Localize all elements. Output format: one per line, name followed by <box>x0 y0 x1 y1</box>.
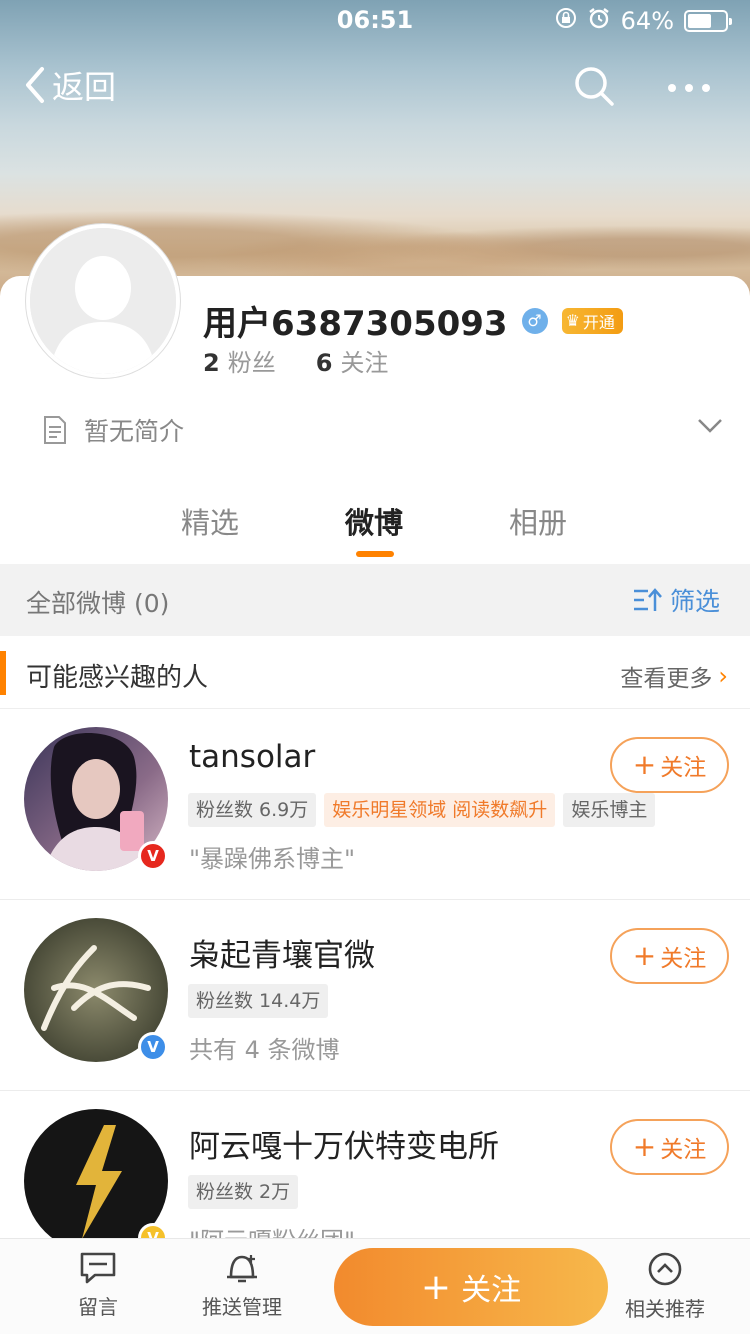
person-name: 阿云嘎十万伏特变电所 <box>189 1129 499 1165</box>
search-button[interactable] <box>572 64 616 108</box>
tab-weibo[interactable]: 微博 <box>345 500 403 542</box>
user-name: 用户6387305093 <box>203 304 508 344</box>
recommend-person[interactable]: V tansolar 粉丝数 6.9万 娱乐明星领域 阅读数飙升 娱乐博主 "暴… <box>0 709 750 900</box>
see-more-link[interactable]: 查看更多 › <box>620 659 728 693</box>
verified-badge-icon: V <box>138 841 168 871</box>
vip-open-button[interactable]: ♛ 开通 <box>561 307 623 334</box>
intro-row[interactable]: 暂无简介 <box>42 412 184 448</box>
battery-icon <box>684 10 732 32</box>
male-icon: ♂ <box>521 307 548 334</box>
avatar[interactable] <box>26 224 180 378</box>
more-icon <box>668 84 710 92</box>
recommend-title: 可能感兴趣的人 <box>26 663 209 693</box>
chevron-left-icon <box>26 67 44 103</box>
related-recommend-label: 相关推荐 <box>625 1297 705 1321</box>
comment-icon <box>80 1252 116 1284</box>
recommend-person[interactable]: V 枭起青壤官微 粉丝数 14.4万 共有 4 条微博 + 关注 <box>0 900 750 1091</box>
follow-counts: 2 粉丝 6 关注 <box>203 343 388 378</box>
person-tag: 娱乐明星领域 阅读数飙升 <box>324 793 556 827</box>
battery-percent: 64% <box>620 7 674 35</box>
status-bar: 06:51 64% <box>0 0 750 40</box>
fans-label: 粉丝 <box>227 349 276 377</box>
follow-label: 关注 <box>660 946 707 972</box>
following-count: 6 <box>315 349 333 377</box>
tab-album[interactable]: 相册 <box>509 500 567 542</box>
verified-badge-icon: V <box>138 1032 168 1062</box>
main-follow-label: 关注 <box>461 1273 522 1308</box>
search-icon <box>575 67 614 106</box>
see-more-label: 查看更多 <box>620 666 713 692</box>
section-accent-bar <box>0 651 6 695</box>
back-label: 返回 <box>52 68 117 106</box>
person-desc: 共有 4 条微博 <box>189 1036 340 1064</box>
chevron-down-icon <box>698 419 722 433</box>
follow-button[interactable]: + 关注 <box>610 1119 729 1175</box>
following-label: 关注 <box>340 349 389 377</box>
fans-link[interactable]: 2 粉丝 <box>203 343 276 378</box>
crown-icon: ♛ <box>565 311 580 330</box>
person-tag: 娱乐博主 <box>563 793 656 827</box>
person-desc: "暴躁佛系博主" <box>189 845 356 873</box>
push-settings-label: 推送管理 <box>202 1295 282 1319</box>
tab-active-indicator <box>356 551 394 557</box>
person-tags: 粉丝数 2万 <box>188 1175 299 1209</box>
weibo-count-label: 全部微博 (0) <box>26 589 170 618</box>
person-tag: 粉丝数 6.9万 <box>188 793 317 827</box>
tab-featured[interactable]: 精选 <box>181 500 239 542</box>
weibo-filter-bar: 全部微博 (0) 筛选 <box>0 564 750 636</box>
push-settings-button[interactable]: 推送管理 <box>202 1251 282 1320</box>
following-link[interactable]: 6 关注 <box>316 343 389 378</box>
bottom-toolbar: 留言 推送管理 + 关注 相关推荐 <box>0 1238 750 1334</box>
nav-bar: 返回 <box>0 58 750 114</box>
follow-button[interactable]: + 关注 <box>610 928 729 984</box>
related-recommend-button[interactable]: 相关推荐 <box>625 1251 705 1322</box>
expand-intro-button[interactable] <box>696 414 724 438</box>
follow-label: 关注 <box>660 1137 707 1163</box>
plus-icon: + <box>632 939 657 972</box>
filter-icon <box>633 588 662 611</box>
profile-page: 06:51 64% 返回 用户6387305093 ♂ ♛ 开通 2 粉丝 6 … <box>0 0 750 1334</box>
person-tags: 粉丝数 6.9万 娱乐明星领域 阅读数飙升 娱乐博主 <box>188 793 656 827</box>
follow-button[interactable]: + 关注 <box>610 737 729 793</box>
person-tag: 粉丝数 14.4万 <box>188 984 329 1018</box>
profile-name-row: 用户6387305093 ♂ ♛ 开通 <box>203 296 623 345</box>
comment-label: 留言 <box>78 1295 118 1319</box>
alarm-icon <box>587 6 611 36</box>
recommend-header: 可能感兴趣的人 查看更多 › <box>0 637 750 709</box>
document-icon <box>44 416 66 444</box>
rotation-lock-icon <box>555 7 577 35</box>
chevron-up-circle-icon <box>648 1252 682 1286</box>
chevron-right-icon: › <box>718 662 728 690</box>
filter-label: 筛选 <box>669 587 720 616</box>
comment-button[interactable]: 留言 <box>78 1251 118 1320</box>
plus-icon: + <box>420 1266 452 1308</box>
more-button[interactable] <box>664 64 714 108</box>
person-name: 枭起青壤官微 <box>189 938 375 974</box>
fans-count: 2 <box>203 349 220 377</box>
intro-text: 暂无简介 <box>84 417 185 446</box>
person-tags: 粉丝数 14.4万 <box>188 984 329 1018</box>
back-button[interactable]: 返回 <box>22 62 116 108</box>
plus-icon: + <box>632 1130 657 1163</box>
vip-label: 开通 <box>582 312 615 332</box>
person-tag: 粉丝数 2万 <box>188 1175 299 1209</box>
follow-label: 关注 <box>660 755 707 781</box>
bell-icon <box>227 1255 257 1283</box>
filter-button[interactable]: 筛选 <box>632 582 720 618</box>
main-follow-button[interactable]: + 关注 <box>334 1248 608 1326</box>
plus-icon: + <box>632 748 657 781</box>
default-avatar-icon <box>30 228 176 374</box>
person-name: tansolar <box>189 739 316 775</box>
